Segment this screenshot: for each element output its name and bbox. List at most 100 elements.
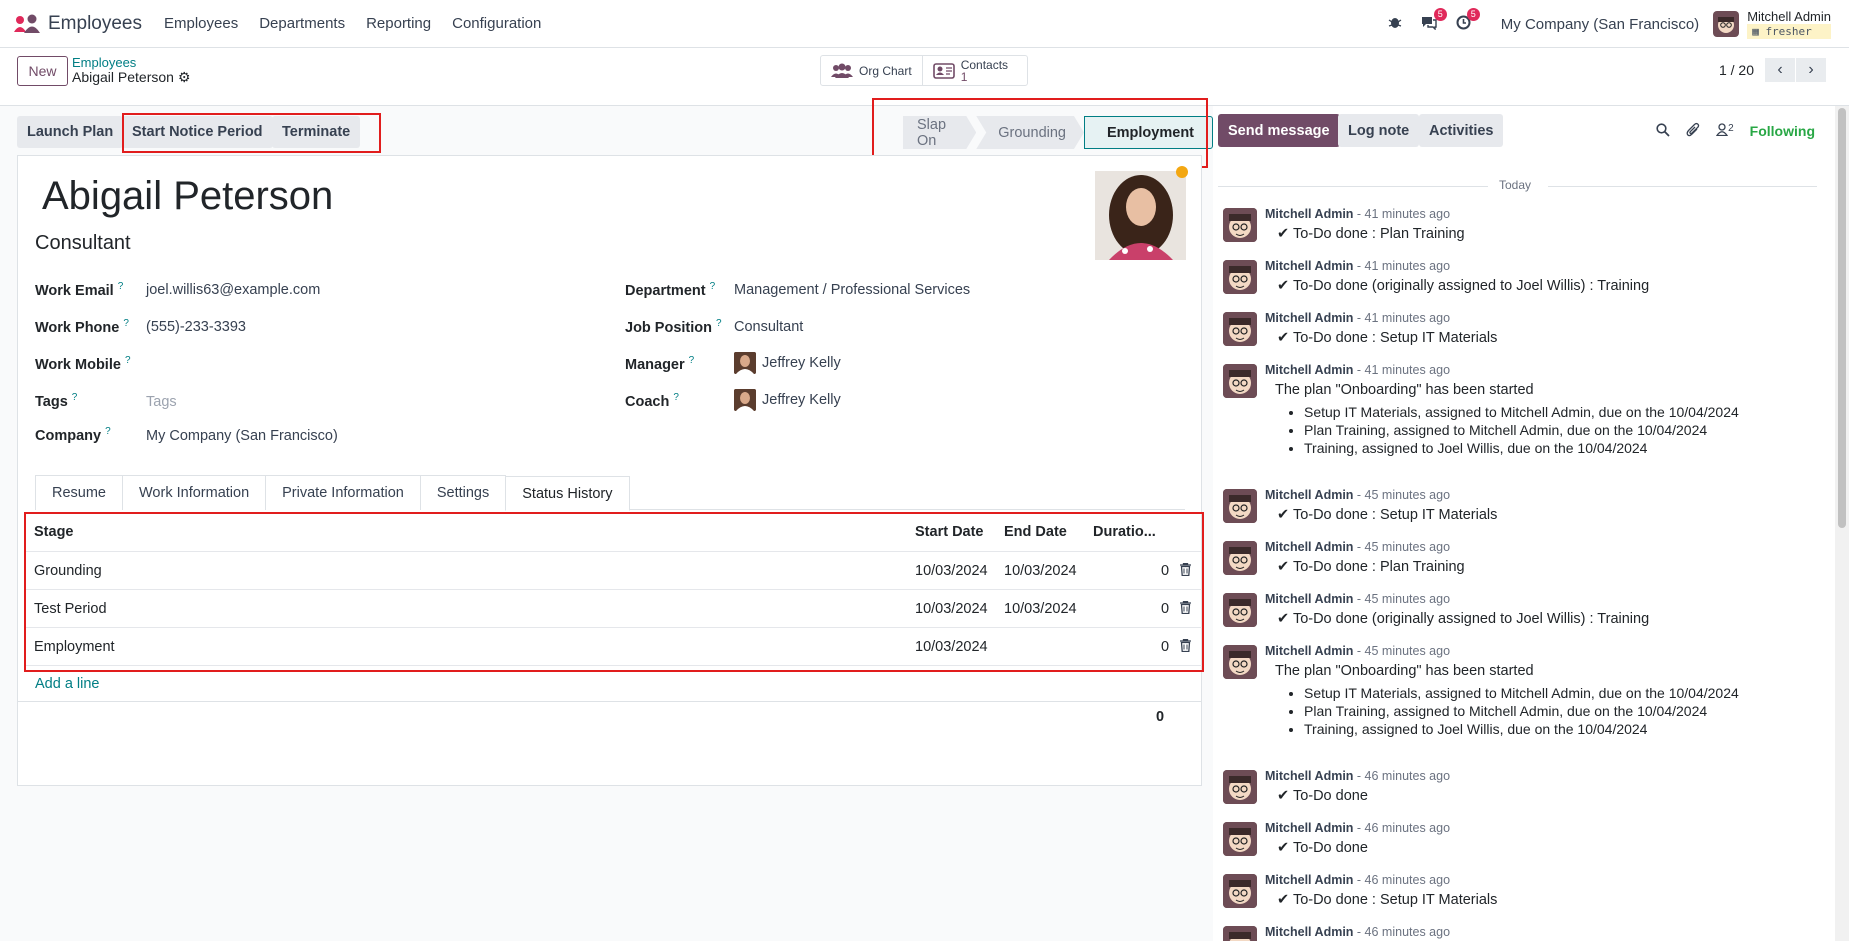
message-author[interactable]: Mitchell Admin bbox=[1265, 821, 1353, 835]
job-position-field[interactable]: Consultant bbox=[734, 319, 803, 335]
highlight-box-actions bbox=[122, 113, 381, 153]
author-avatar[interactable] bbox=[1223, 208, 1257, 242]
message-body: ✔ To-Do done : Setup IT Materials bbox=[1277, 507, 1498, 523]
app-brand[interactable]: Employees bbox=[14, 13, 142, 35]
employee-photo[interactable] bbox=[1095, 171, 1186, 260]
author-avatar[interactable] bbox=[1223, 541, 1257, 575]
highlight-box-table bbox=[24, 512, 1204, 672]
menu-reporting[interactable]: Reporting bbox=[366, 15, 431, 32]
message-body: ✔ To-Do done : Plan Training bbox=[1277, 226, 1465, 242]
new-button[interactable]: New bbox=[17, 56, 68, 86]
activity-clock-icon[interactable]: 5 bbox=[1456, 7, 1480, 34]
bug-icon[interactable] bbox=[1388, 15, 1402, 33]
list-item: Plan Training, assigned to Mitchell Admi… bbox=[1304, 422, 1739, 440]
send-message-button[interactable]: Send message bbox=[1218, 114, 1340, 147]
user-menu[interactable]: Mitchell Admin ▦ fresher bbox=[1713, 9, 1831, 39]
message-item-list: Setup IT Materials, assigned to Mitchell… bbox=[1304, 404, 1739, 458]
author-avatar[interactable] bbox=[1223, 260, 1257, 294]
employee-job-title[interactable]: Consultant bbox=[35, 232, 131, 255]
message-author[interactable]: Mitchell Admin bbox=[1265, 925, 1353, 939]
work-email-field[interactable]: joel.willis63@example.com bbox=[146, 282, 320, 298]
tags-field[interactable]: Tags bbox=[146, 394, 177, 410]
presence-status-icon bbox=[1176, 166, 1188, 178]
tab-status-history[interactable]: Status History bbox=[505, 476, 630, 511]
pager: 1 / 20 ‹ › bbox=[1719, 58, 1826, 82]
message-author[interactable]: Mitchell Admin bbox=[1265, 259, 1353, 273]
add-a-line-link[interactable]: Add a line bbox=[35, 676, 100, 692]
user-avatar bbox=[1713, 11, 1740, 37]
message-author[interactable]: Mitchell Admin bbox=[1265, 363, 1353, 377]
author-avatar[interactable] bbox=[1223, 593, 1257, 627]
paperclip-icon[interactable] bbox=[1686, 122, 1700, 140]
message-author[interactable]: Mitchell Admin bbox=[1265, 311, 1353, 325]
breadcrumb-employees[interactable]: Employees bbox=[72, 55, 190, 70]
pager-next-icon[interactable]: › bbox=[1796, 58, 1826, 82]
database-name: ▦ fresher bbox=[1747, 24, 1831, 39]
author-avatar[interactable] bbox=[1223, 645, 1257, 679]
smart-buttons: Org Chart Contacts 1 bbox=[820, 55, 1028, 86]
manager-field[interactable]: Jeffrey Kelly bbox=[734, 352, 841, 374]
message-author[interactable]: Mitchell Admin bbox=[1265, 488, 1353, 502]
search-icon[interactable] bbox=[1656, 122, 1670, 140]
employee-name[interactable]: Abigail Peterson bbox=[42, 174, 333, 219]
work-mobile-field[interactable] bbox=[146, 356, 446, 374]
following-button[interactable]: Following bbox=[1750, 123, 1815, 139]
menu-employees[interactable]: Employees bbox=[164, 15, 238, 32]
gear-icon[interactable]: ⚙ bbox=[178, 69, 191, 85]
org-chart-button[interactable]: Org Chart bbox=[821, 56, 923, 85]
message-body: ✔ To-Do done bbox=[1277, 840, 1368, 856]
employee-sheet: Abigail Peterson Consultant Work Email? … bbox=[17, 155, 1204, 786]
tab-settings[interactable]: Settings bbox=[419, 475, 507, 510]
log-note-button[interactable]: Log note bbox=[1338, 114, 1420, 147]
check-icon: ✔ bbox=[1277, 840, 1290, 856]
author-avatar[interactable] bbox=[1223, 770, 1257, 804]
check-icon: ✔ bbox=[1277, 330, 1290, 346]
message-author[interactable]: Mitchell Admin bbox=[1265, 207, 1353, 221]
author-avatar[interactable] bbox=[1223, 926, 1257, 941]
message-author[interactable]: Mitchell Admin bbox=[1265, 592, 1353, 606]
tab-resume[interactable]: Resume bbox=[35, 475, 123, 510]
breadcrumb-current: Abigail Peterson ⚙ bbox=[72, 69, 191, 85]
tab-work-information[interactable]: Work Information bbox=[122, 475, 267, 510]
contacts-button[interactable]: Contacts 1 bbox=[923, 56, 1027, 85]
label-coach: Coach? bbox=[625, 392, 679, 410]
author-avatar[interactable] bbox=[1223, 489, 1257, 523]
total-divider bbox=[18, 701, 1201, 702]
message-time: - 45 minutes ago bbox=[1356, 540, 1451, 554]
label-work-mobile: Work Mobile? bbox=[35, 355, 131, 373]
message-author[interactable]: Mitchell Admin bbox=[1265, 873, 1353, 887]
tab-private-information[interactable]: Private Information bbox=[265, 475, 421, 510]
message-body: ✔ To-Do done (originally assigned to Joe… bbox=[1277, 611, 1650, 627]
work-phone-field[interactable]: (555)-233-3393 bbox=[146, 319, 246, 335]
scrollbar-thumb[interactable] bbox=[1838, 108, 1846, 528]
department-field[interactable]: Management / Professional Services bbox=[734, 282, 970, 298]
message-author[interactable]: Mitchell Admin bbox=[1265, 644, 1353, 658]
author-avatar[interactable] bbox=[1223, 312, 1257, 346]
company-switcher[interactable]: My Company (San Francisco) bbox=[1501, 16, 1699, 33]
coach-field[interactable]: Jeffrey Kelly bbox=[734, 389, 841, 411]
message-body: ✔ To-Do done : Setup IT Materials bbox=[1277, 330, 1498, 346]
user-name: Mitchell Admin bbox=[1747, 9, 1831, 24]
check-icon: ✔ bbox=[1277, 892, 1290, 908]
message-body: ✔ To-Do done : Setup IT Materials bbox=[1277, 892, 1498, 908]
company-field[interactable]: My Company (San Francisco) bbox=[146, 428, 338, 444]
check-icon: ✔ bbox=[1277, 611, 1290, 627]
message-author[interactable]: Mitchell Admin bbox=[1265, 769, 1353, 783]
author-avatar[interactable] bbox=[1223, 822, 1257, 856]
message-time: - 46 minutes ago bbox=[1356, 769, 1451, 783]
pager-previous-icon[interactable]: ‹ bbox=[1765, 58, 1795, 82]
activities-button[interactable]: Activities bbox=[1419, 114, 1504, 147]
menu-departments[interactable]: Departments bbox=[259, 15, 345, 32]
menu-configuration[interactable]: Configuration bbox=[452, 15, 541, 32]
pager-value[interactable]: 1 / 20 bbox=[1719, 62, 1754, 78]
message-time: - 41 minutes ago bbox=[1356, 363, 1451, 377]
chat-icon[interactable]: 5 bbox=[1420, 7, 1447, 34]
chatter-scrollbar[interactable] bbox=[1835, 106, 1849, 941]
message-author[interactable]: Mitchell Admin bbox=[1265, 540, 1353, 554]
message-time: - 46 minutes ago bbox=[1356, 873, 1451, 887]
author-avatar[interactable] bbox=[1223, 874, 1257, 908]
launch-plan-button[interactable]: Launch Plan bbox=[17, 116, 124, 148]
followers-icon[interactable]: 2 bbox=[1715, 123, 1734, 140]
author-avatar[interactable] bbox=[1223, 364, 1257, 398]
check-icon: ✔ bbox=[1277, 559, 1290, 575]
